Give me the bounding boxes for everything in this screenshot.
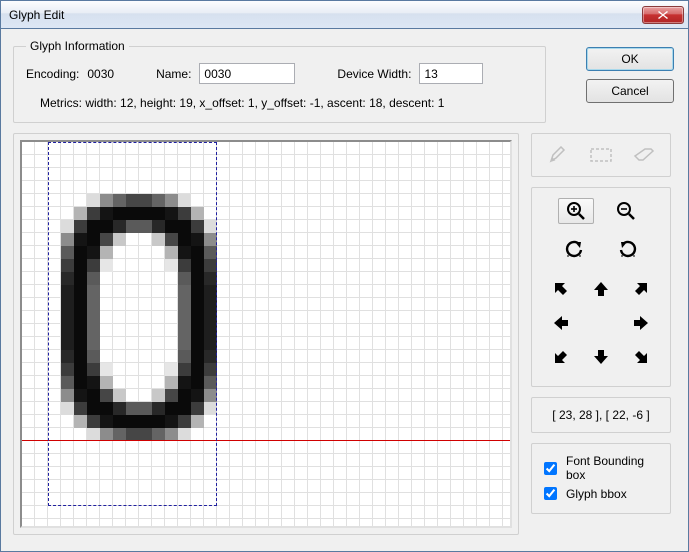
move-up[interactable] bbox=[583, 276, 619, 302]
cancel-label: Cancel bbox=[611, 84, 648, 98]
arrow-up-right-icon bbox=[632, 280, 650, 298]
zoom-out-icon bbox=[616, 201, 636, 221]
tools-column: [ 23, 28 ], [ 22, -6 ] Font Bounding box… bbox=[531, 133, 671, 535]
encoding-value: 0030 bbox=[87, 67, 114, 81]
pencil-tool[interactable] bbox=[540, 142, 576, 168]
glyph-bbox-label: Glyph bbox bbox=[566, 487, 627, 501]
font-bbox-label: Font Bounding box bbox=[566, 454, 662, 482]
move-down-right[interactable] bbox=[623, 344, 659, 370]
select-tool[interactable] bbox=[583, 142, 619, 168]
eraser-icon bbox=[633, 148, 655, 162]
move-up-right[interactable] bbox=[623, 276, 659, 302]
window-title: Glyph Edit bbox=[9, 8, 642, 22]
dialog-window: Glyph Edit OK Cancel Glyph Information E… bbox=[0, 0, 689, 552]
glyph-info-legend: Glyph Information bbox=[26, 39, 129, 53]
select-icon bbox=[590, 148, 612, 162]
arrow-down-icon bbox=[592, 348, 610, 366]
metrics-label: Metrics: bbox=[40, 96, 82, 110]
content-area: OK Cancel Glyph Information Encoding: 00… bbox=[1, 29, 688, 551]
coord-text: [ 23, 28 ], [ 22, -6 ] bbox=[552, 408, 649, 422]
glyph-canvas[interactable] bbox=[20, 140, 512, 528]
glyph-info-group: Glyph Information Encoding: 0030 Name: D… bbox=[13, 39, 546, 123]
close-button[interactable] bbox=[642, 6, 684, 24]
arrow-left-icon bbox=[552, 314, 570, 332]
move-right[interactable] bbox=[623, 310, 659, 336]
bbox-options: Font Bounding box Glyph bbox bbox=[531, 443, 671, 514]
rotate-cw-icon bbox=[617, 239, 639, 259]
device-width-label: Device Width: bbox=[337, 67, 411, 81]
arrow-down-left-icon bbox=[552, 348, 570, 366]
baseline bbox=[22, 440, 510, 441]
font-bbox-checkbox[interactable] bbox=[544, 462, 557, 475]
move-left[interactable] bbox=[543, 310, 579, 336]
font-bbox-check[interactable]: Font Bounding box bbox=[540, 454, 662, 482]
name-label: Name: bbox=[156, 67, 191, 81]
move-down[interactable] bbox=[583, 344, 619, 370]
arrow-up-left-icon bbox=[552, 280, 570, 298]
zoom-out-button[interactable] bbox=[608, 198, 644, 224]
nav-grid bbox=[543, 276, 659, 374]
arrow-right-icon bbox=[632, 314, 650, 332]
eraser-tool[interactable] bbox=[626, 142, 662, 168]
pencil-icon bbox=[548, 146, 568, 164]
name-input[interactable] bbox=[199, 63, 295, 84]
rotate-ccw-icon bbox=[563, 239, 585, 259]
zoom-in-icon bbox=[566, 201, 586, 221]
coord-readout: [ 23, 28 ], [ 22, -6 ] bbox=[531, 397, 671, 433]
rotate-ccw-button[interactable] bbox=[556, 236, 592, 262]
metrics-value: width: 12, height: 19, x_offset: 1, y_of… bbox=[85, 96, 444, 110]
move-down-left[interactable] bbox=[543, 344, 579, 370]
view-tools bbox=[531, 187, 671, 387]
arrow-up-icon bbox=[592, 280, 610, 298]
close-icon bbox=[658, 11, 668, 19]
arrow-down-right-icon bbox=[632, 348, 650, 366]
move-up-left[interactable] bbox=[543, 276, 579, 302]
draw-tools bbox=[531, 133, 671, 177]
canvas-frame bbox=[13, 133, 519, 535]
encoding-label: Encoding: bbox=[26, 67, 79, 81]
zoom-in-button[interactable] bbox=[558, 198, 594, 224]
glyph-bbox-check[interactable]: Glyph bbox bbox=[540, 484, 662, 503]
glyph-bbox-checkbox[interactable] bbox=[544, 487, 557, 500]
rotate-cw-button[interactable] bbox=[610, 236, 646, 262]
ok-label: OK bbox=[621, 52, 638, 66]
ok-button[interactable]: OK bbox=[586, 47, 674, 71]
device-width-input[interactable] bbox=[419, 63, 483, 84]
titlebar: Glyph Edit bbox=[1, 1, 688, 29]
cancel-button[interactable]: Cancel bbox=[586, 79, 674, 103]
